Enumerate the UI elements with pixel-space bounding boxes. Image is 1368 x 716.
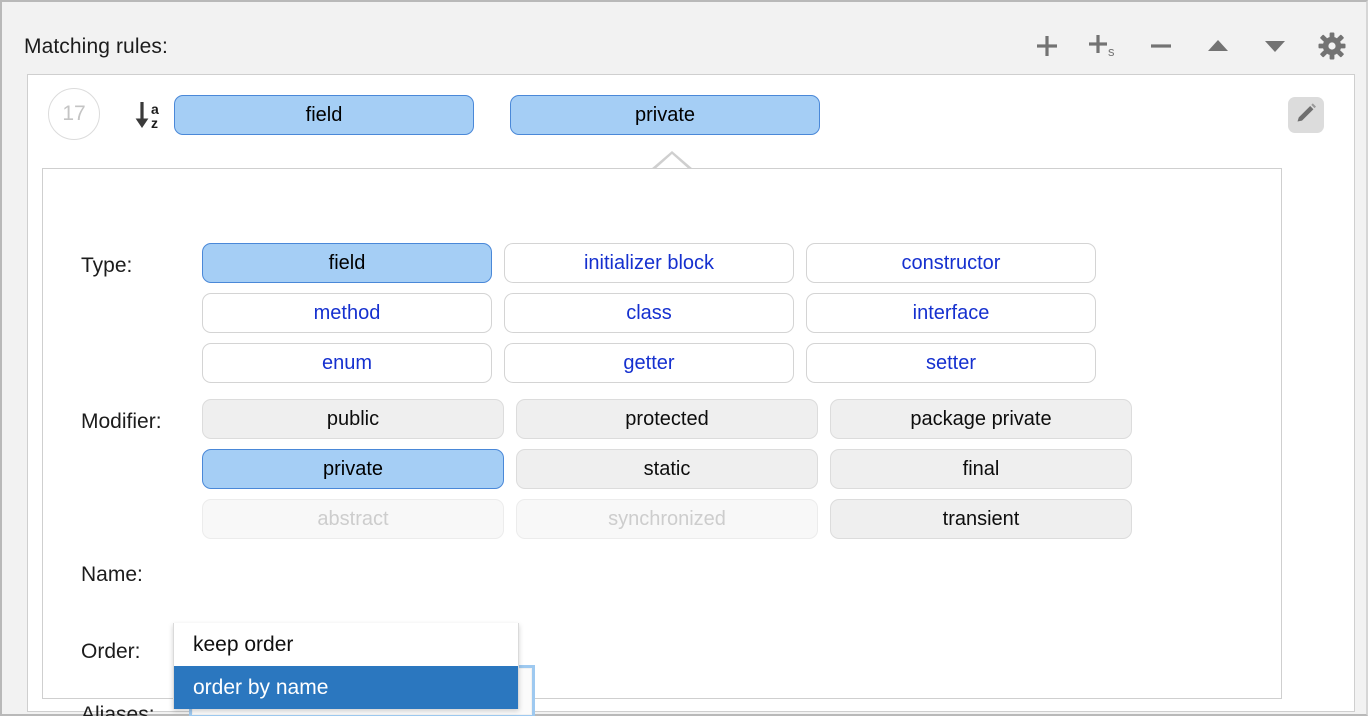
remove-rule-button[interactable] bbox=[1145, 30, 1177, 62]
type-option-interface[interactable]: interface bbox=[806, 293, 1096, 333]
gear-icon bbox=[1318, 32, 1346, 60]
aliases-label: Aliases: bbox=[81, 703, 155, 716]
order-dropdown-popup: keep order order by name bbox=[173, 623, 519, 709]
page-title: Matching rules: bbox=[24, 35, 168, 59]
settings-button[interactable] bbox=[1316, 30, 1348, 62]
modifier-option-final[interactable]: final bbox=[830, 449, 1132, 489]
name-input[interactable] bbox=[202, 555, 1102, 589]
type-option-class[interactable]: class bbox=[504, 293, 794, 333]
type-option-method[interactable]: method bbox=[202, 293, 492, 333]
add-section-button[interactable]: s bbox=[1088, 30, 1120, 62]
modifier-option-abstract[interactable]: abstract bbox=[202, 499, 504, 539]
order-option-keep-order[interactable]: keep order bbox=[174, 623, 518, 666]
type-option-constructor[interactable]: constructor bbox=[806, 243, 1096, 283]
svg-text:s: s bbox=[1108, 44, 1115, 59]
matching-rules-window: Matching rules: s bbox=[0, 0, 1368, 716]
modifier-option-synchronized[interactable]: synchronized bbox=[516, 499, 818, 539]
arrow-up-icon bbox=[1205, 33, 1231, 59]
move-down-button[interactable] bbox=[1259, 30, 1291, 62]
type-option-getter[interactable]: getter bbox=[504, 343, 794, 383]
order-option-order-by-name[interactable]: order by name bbox=[174, 666, 518, 709]
edit-rule-button[interactable] bbox=[1288, 97, 1324, 133]
type-label: Type: bbox=[81, 254, 132, 278]
modifier-option-transient[interactable]: transient bbox=[830, 499, 1132, 539]
rule-chip-type[interactable]: field bbox=[174, 95, 474, 135]
modifier-label: Modifier: bbox=[81, 410, 162, 434]
type-option-initializer-block[interactable]: initializer block bbox=[504, 243, 794, 283]
modifier-option-private[interactable]: private bbox=[202, 449, 504, 489]
modifier-option-public[interactable]: public bbox=[202, 399, 504, 439]
arrow-down-icon bbox=[1262, 33, 1288, 59]
rule-detail-panel: Type: field initializer block constructo… bbox=[42, 168, 1282, 699]
plus-icon bbox=[1034, 33, 1060, 59]
svg-text:z: z bbox=[151, 115, 158, 131]
type-option-field[interactable]: field bbox=[202, 243, 492, 283]
modifier-option-static[interactable]: static bbox=[516, 449, 818, 489]
plus-s-icon: s bbox=[1087, 32, 1121, 60]
sort-az-icon: a z bbox=[132, 97, 168, 133]
order-label: Order: bbox=[81, 640, 141, 664]
rule-index-badge: 17 bbox=[48, 88, 100, 140]
rules-toolbar: s bbox=[1031, 30, 1348, 62]
rule-chip-modifier[interactable]: private bbox=[510, 95, 820, 135]
name-label: Name: bbox=[81, 563, 143, 587]
type-option-setter[interactable]: setter bbox=[806, 343, 1096, 383]
add-rule-button[interactable] bbox=[1031, 30, 1063, 62]
pencil-icon bbox=[1294, 101, 1318, 130]
move-up-button[interactable] bbox=[1202, 30, 1234, 62]
rules-list-panel: 17 a z field private bbox=[27, 74, 1355, 712]
modifier-option-package-private[interactable]: package private bbox=[830, 399, 1132, 439]
minus-icon bbox=[1148, 33, 1174, 59]
rule-row[interactable]: 17 a z field private bbox=[28, 75, 1354, 151]
modifier-option-protected[interactable]: protected bbox=[516, 399, 818, 439]
type-option-enum[interactable]: enum bbox=[202, 343, 492, 383]
